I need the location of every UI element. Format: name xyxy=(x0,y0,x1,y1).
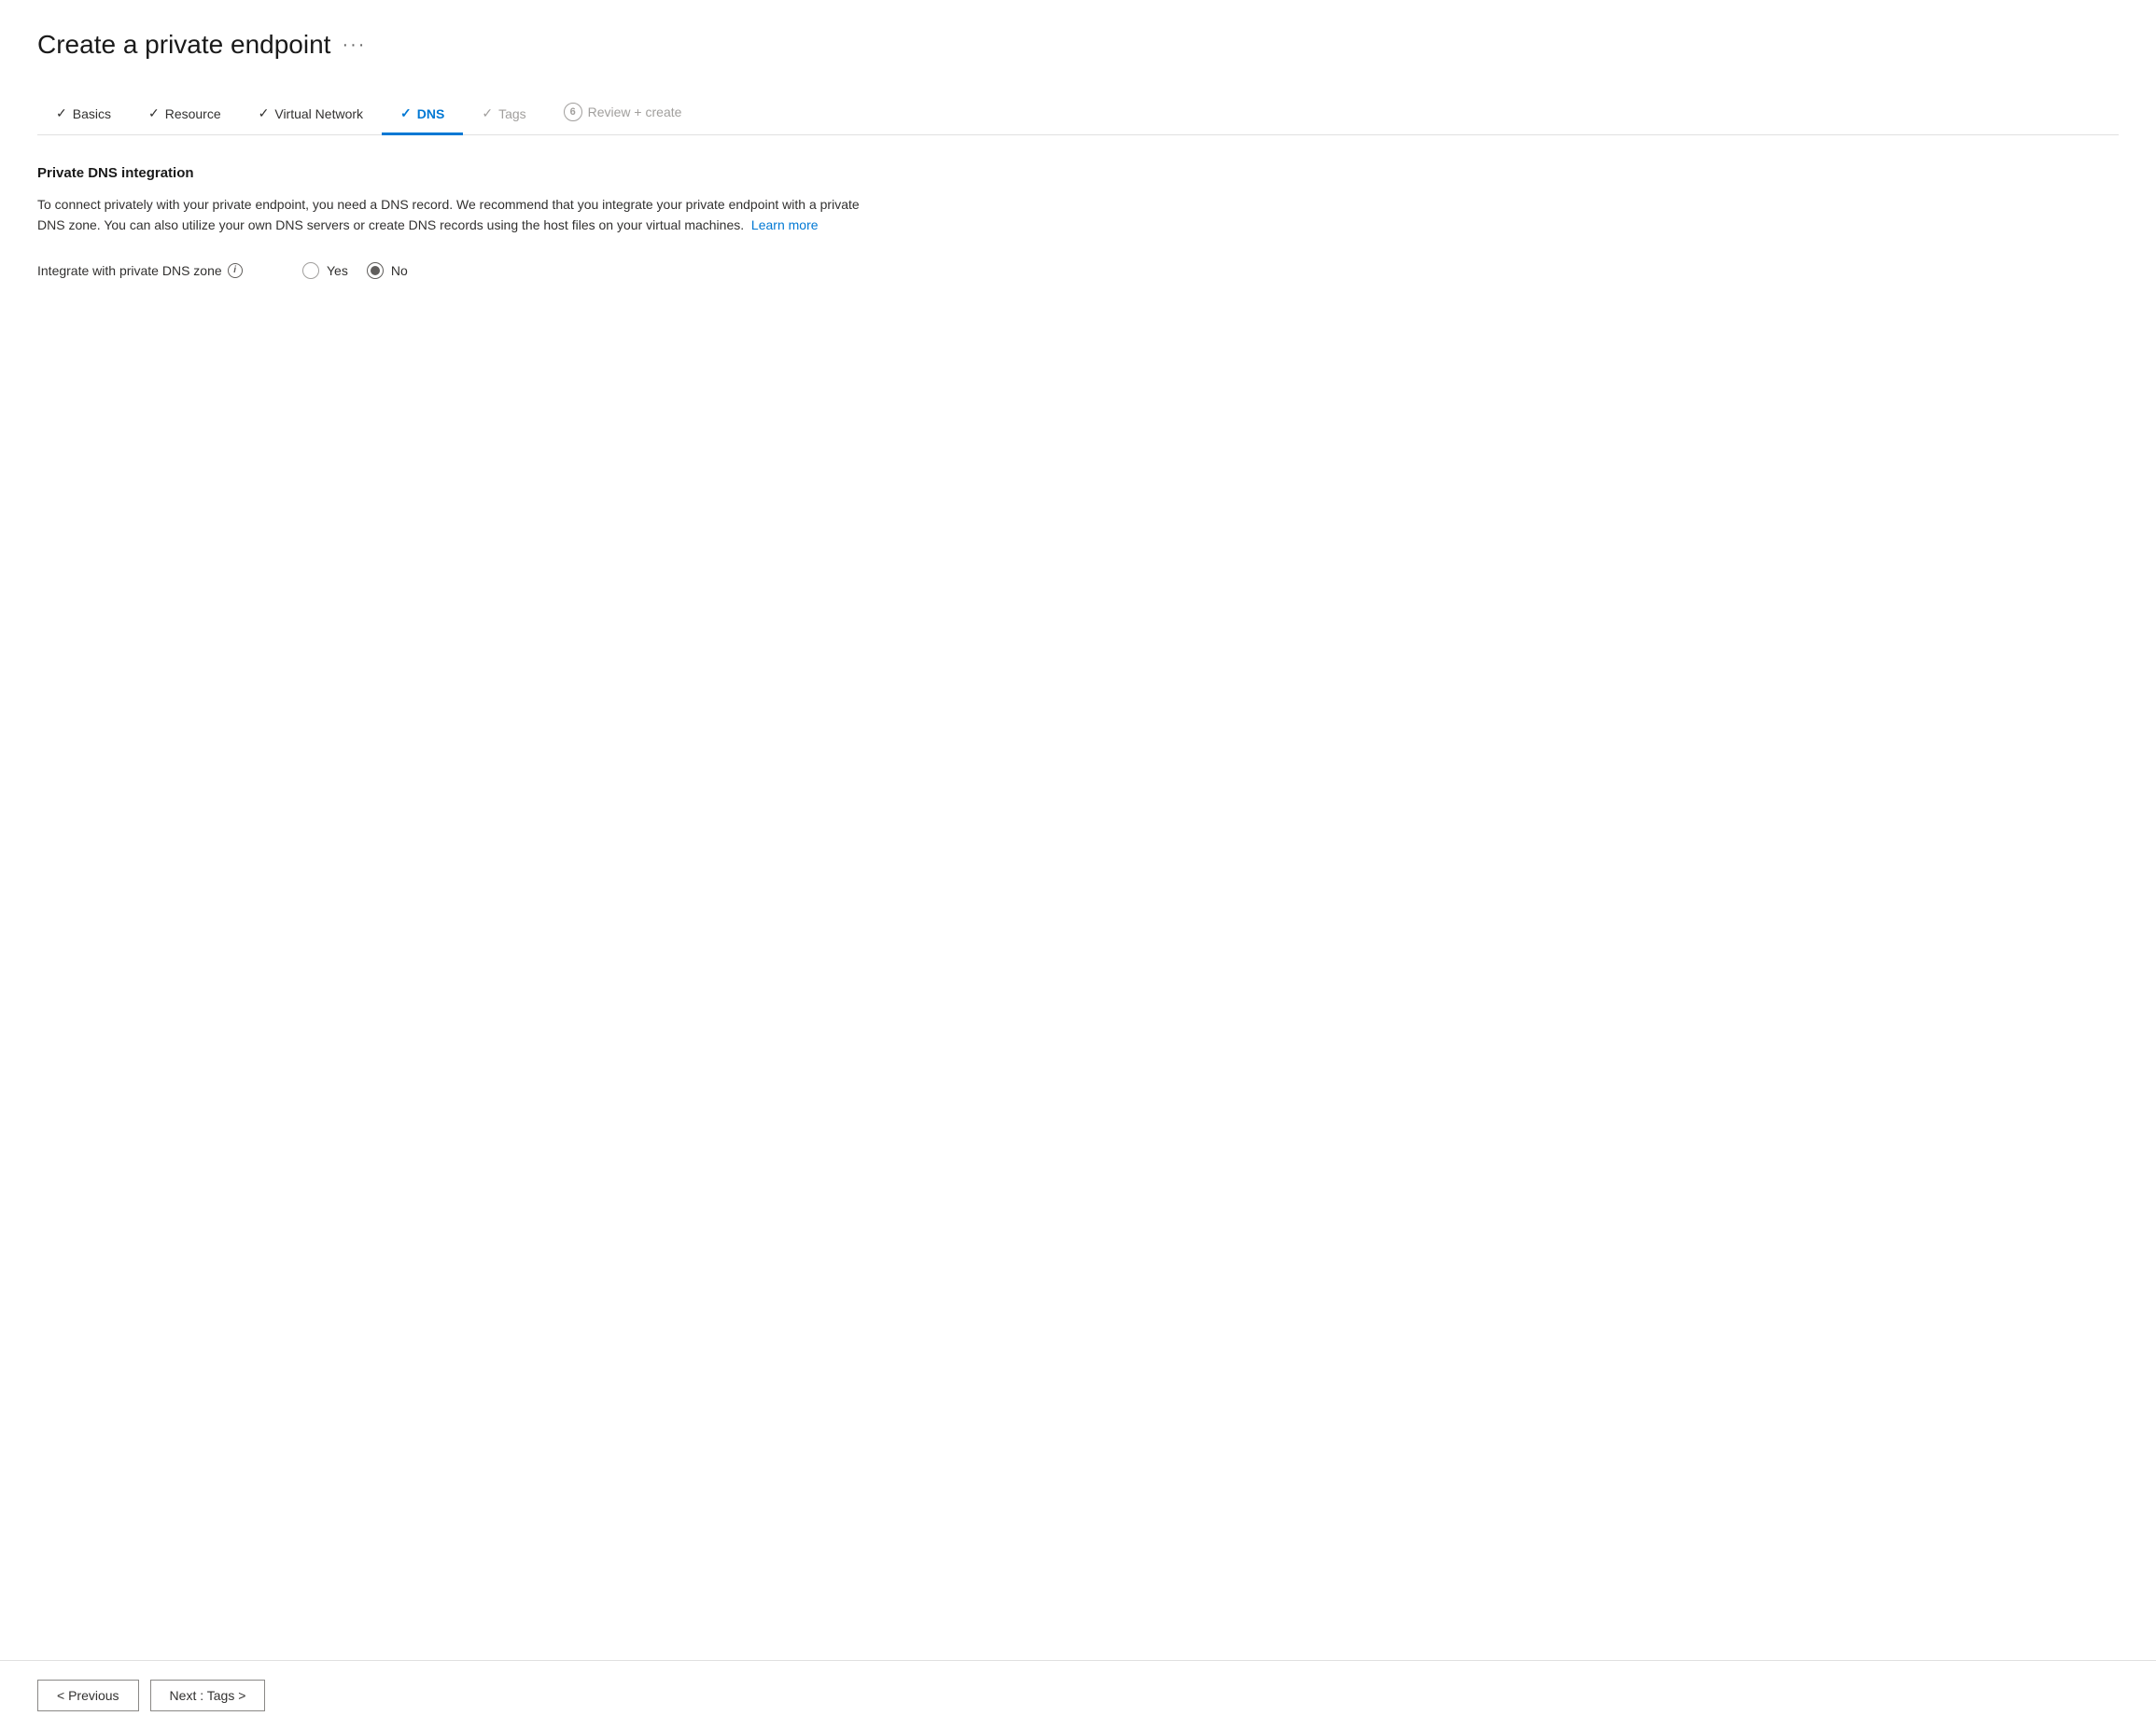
tab-label-tags: Tags xyxy=(498,106,526,121)
page-container: Create a private endpoint ··· ✓ Basics ✓… xyxy=(0,0,2156,1660)
tab-label-basics: Basics xyxy=(73,106,111,121)
radio-group: Yes No xyxy=(302,262,408,279)
footer: < Previous Next : Tags > xyxy=(0,1660,2156,1730)
tab-resource[interactable]: ✓ Resource xyxy=(130,96,240,135)
wizard-tabs: ✓ Basics ✓ Resource ✓ Virtual Network ✓ … xyxy=(37,93,2119,135)
radio-yes-label: Yes xyxy=(327,263,348,278)
tab-label-vnet: Virtual Network xyxy=(274,106,363,121)
tab-check-dns: ✓ xyxy=(400,105,412,121)
tab-tags[interactable]: ✓ Tags xyxy=(463,96,544,135)
form-label: Integrate with private DNS zone i xyxy=(37,263,280,278)
description-text: To connect privately with your private e… xyxy=(37,194,877,236)
tab-label-resource: Resource xyxy=(165,106,221,121)
tab-badge-review: 6 xyxy=(564,103,582,121)
tab-virtual-network[interactable]: ✓ Virtual Network xyxy=(240,96,382,135)
learn-more-link[interactable]: Learn more xyxy=(751,217,819,232)
previous-button[interactable]: < Previous xyxy=(37,1680,139,1711)
tab-review-create[interactable]: 6 Review + create xyxy=(545,93,701,135)
next-button[interactable]: Next : Tags > xyxy=(150,1680,266,1711)
tab-check-resource: ✓ xyxy=(148,105,160,121)
dns-integration-row: Integrate with private DNS zone i Yes No xyxy=(37,262,2119,279)
radio-no-circle xyxy=(367,262,384,279)
main-content: Private DNS integration To connect priva… xyxy=(37,165,2119,1660)
radio-yes-circle xyxy=(302,262,319,279)
tab-check-vnet: ✓ xyxy=(259,105,270,121)
tab-dns[interactable]: ✓ DNS xyxy=(382,96,463,135)
radio-yes-option[interactable]: Yes xyxy=(302,262,348,279)
radio-no-option[interactable]: No xyxy=(367,262,408,279)
tab-check-tags: ✓ xyxy=(482,105,493,121)
page-title-row: Create a private endpoint ··· xyxy=(37,30,2119,60)
radio-no-label: No xyxy=(391,263,408,278)
info-icon[interactable]: i xyxy=(228,263,243,278)
tab-label-dns: DNS xyxy=(417,106,445,121)
tab-basics[interactable]: ✓ Basics xyxy=(37,96,130,135)
tab-label-review: Review + create xyxy=(588,105,682,119)
section-title: Private DNS integration xyxy=(37,165,2119,181)
tab-check-basics: ✓ xyxy=(56,105,67,121)
page-title-ellipsis: ··· xyxy=(342,35,366,56)
page-title: Create a private endpoint xyxy=(37,30,330,60)
